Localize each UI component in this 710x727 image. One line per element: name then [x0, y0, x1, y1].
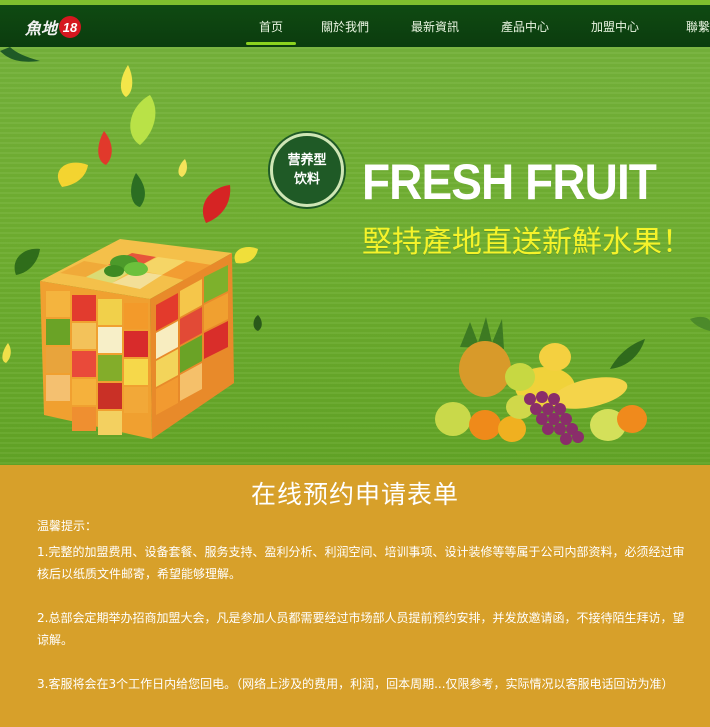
nav-item-franchise[interactable]: 加盟中心 [570, 5, 660, 47]
form-title: 在线预约申请表单 [250, 480, 459, 509]
bubble-line-2: 饮料 [293, 172, 320, 187]
nav-item-label: 首页 [258, 19, 283, 34]
booking-form-section: 在线预约申请表单 温馨提示： 1.完整的加盟费用、设备套餐、服务支持、盈利分析、… [0, 465, 710, 727]
nav-item-label: 聯繫我 [686, 19, 710, 34]
hero-headline: FRESH FRUIT [362, 154, 657, 210]
logo-text: 魚地 [25, 19, 58, 38]
notice-item-1: 1.完整的加盟费用、设备套餐、服务支持、盈利分析、利润空间、培训事项、设计装修等… [37, 545, 685, 581]
notice-block: 温馨提示： 1.完整的加盟费用、设备套餐、服务支持、盈利分析、利润空间、培训事项… [37, 515, 687, 717]
fruit-pile-image [435, 316, 710, 445]
bubble-line-1: 营养型 [287, 153, 327, 168]
brand-logo[interactable]: 魚地 18 [25, 13, 82, 41]
fruit-cube-image [40, 239, 234, 439]
bubble-tail [0, 47, 40, 62]
nutrition-bubble: 营养型 饮料 [270, 133, 344, 207]
nav-item-label: 加盟中心 [590, 19, 639, 34]
nav-item-products[interactable]: 產品中心 [480, 5, 570, 47]
hero-subheadline: 堅持產地直送新鮮水果！ [362, 225, 692, 260]
nav-item-news[interactable]: 最新資訊 [390, 5, 480, 47]
nav-item-label: 最新資訊 [410, 19, 459, 34]
nav-item-label: 產品中心 [500, 19, 549, 34]
main-navigation: 魚地 18 首页 關於我們 最新資訊 產品中心 加盟中心 聯繫我 [0, 5, 710, 47]
hero-banner: 营养型 饮料 FRESH FRUIT 堅持產地直送新鮮水果！ [0, 47, 710, 465]
nav-item-label: 關於我們 [320, 19, 369, 34]
nav-item-about[interactable]: 關於我們 [300, 5, 390, 47]
logo-badge: 18 [59, 16, 82, 38]
nav-item-home[interactable]: 首页 [242, 5, 300, 47]
nav-item-contact[interactable]: 聯繫我 [660, 5, 710, 47]
notice-item-3: 3.客服将会在3个工作日内给您回电。（网络上涉及的费用，利润，回本周期...仅限… [37, 677, 674, 691]
notice-heading: 温馨提示： [37, 519, 98, 533]
notice-item-2: 2.总部会定期举办招商加盟大会，凡是参加人员都需要经过市场部人员提前预约安排，并… [37, 611, 685, 647]
nav-menu: 首页 關於我們 最新資訊 產品中心 加盟中心 聯繫我 [242, 5, 710, 47]
